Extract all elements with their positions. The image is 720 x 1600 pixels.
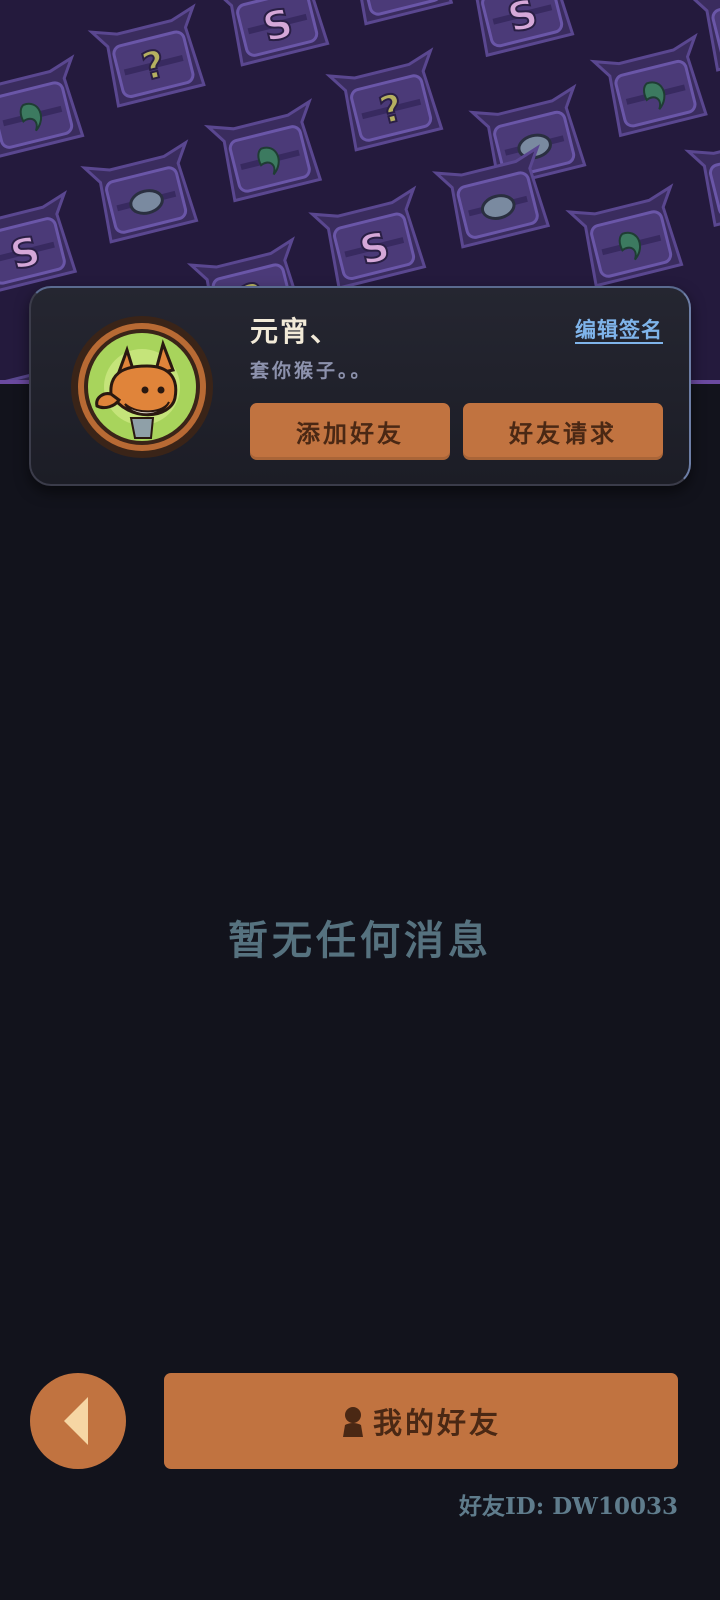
friend-requests-label: 好友请求 [509, 419, 617, 448]
edit-signature-link[interactable]: 编辑签名 [575, 314, 663, 344]
my-friends-button[interactable]: 我的好友 [164, 1373, 678, 1469]
add-friend-button[interactable]: 添加好友 [250, 403, 450, 460]
add-friend-label: 添加好友 [296, 419, 404, 448]
profile-card: 元宵、 套你猴子。。 编辑签名 添加好友 好友请求 [29, 286, 691, 486]
empty-message: 暂无任何消息 [228, 917, 492, 964]
friend-id-label: 好友ID: DW10033 [459, 1493, 678, 1520]
back-button[interactable] [30, 1373, 126, 1469]
signature-text: 套你猴子。。 [250, 360, 373, 382]
my-friends-label: 我的好友 [372, 1406, 501, 1440]
fox-avatar-icon[interactable] [69, 314, 215, 460]
username: 元宵、 [250, 315, 341, 348]
person-icon [341, 1405, 365, 1437]
friend-requests-button[interactable]: 好友请求 [463, 403, 663, 460]
back-arrow-icon [64, 1397, 88, 1445]
